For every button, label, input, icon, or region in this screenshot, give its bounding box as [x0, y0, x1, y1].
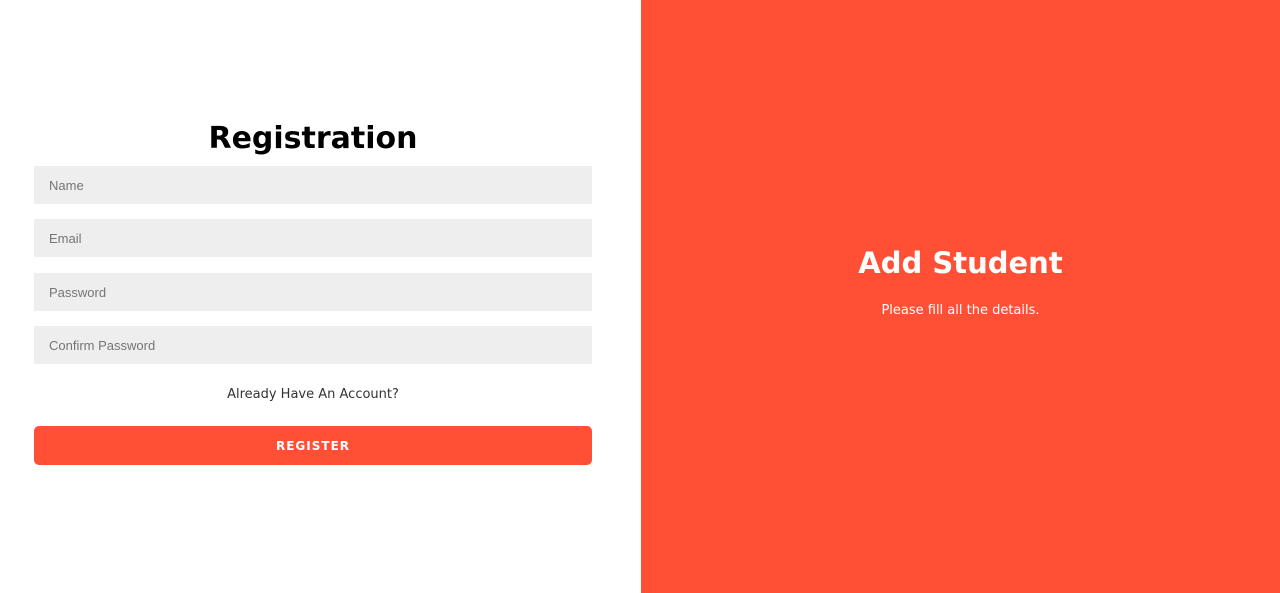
registration-page: Registration Already Have An Account? RE… [0, 0, 1280, 593]
panel-title: Add Student [858, 246, 1063, 280]
confirm-password-input[interactable] [34, 326, 592, 364]
email-input[interactable] [34, 219, 592, 257]
add-student-panel: Add Student Please fill all the details. [641, 0, 1280, 593]
form-title: Registration [208, 121, 418, 156]
password-input[interactable] [34, 273, 592, 311]
panel-subtitle: Please fill all the details. [881, 303, 1040, 318]
already-have-account-link[interactable]: Already Have An Account? [34, 386, 592, 404]
register-button[interactable]: REGISTER [34, 426, 592, 465]
registration-form-panel: Registration Already Have An Account? RE… [0, 0, 641, 593]
name-input[interactable] [34, 166, 592, 204]
